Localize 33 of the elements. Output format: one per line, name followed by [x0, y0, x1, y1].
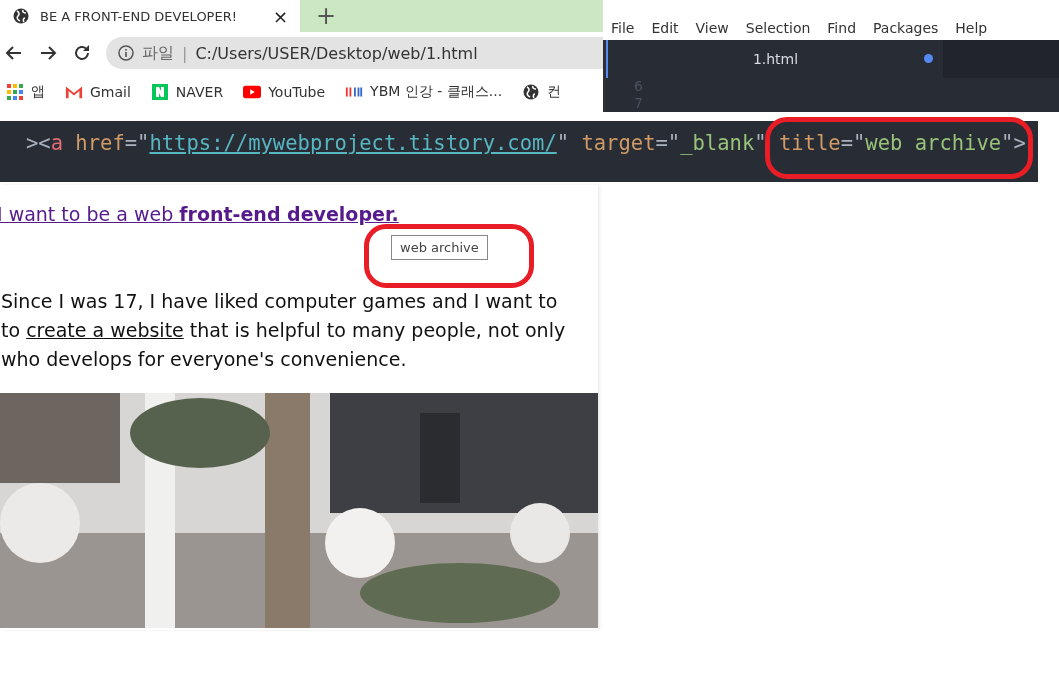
- website-link[interactable]: create a website: [26, 319, 184, 341]
- bookmark[interactable]: YouTube: [243, 84, 326, 100]
- url-text: C:/Users/USER/Desktop/web/1.html: [195, 43, 478, 63]
- menu-item[interactable]: Selection: [745, 20, 811, 36]
- code-line: ><a href="https://mywebproject.tistory.com/" target="_blank" title="web archive">: [26, 130, 1026, 157]
- naver-icon: [150, 84, 169, 100]
- menu-item[interactable]: Find: [827, 20, 856, 36]
- bookmark[interactable]: YBM 인강 - 클래스...: [345, 83, 503, 101]
- menu-item[interactable]: View: [695, 20, 729, 36]
- new-tab-button[interactable]: +: [300, 0, 353, 32]
- youtube-icon: [243, 84, 262, 100]
- menu-item[interactable]: Help: [955, 20, 988, 36]
- menu-item[interactable]: File: [611, 20, 635, 36]
- tooltip: web archive: [391, 235, 488, 260]
- tab-close-button[interactable]: ×: [272, 5, 288, 27]
- bookmark[interactable]: 앱: [6, 83, 45, 101]
- globe-icon: [522, 84, 541, 100]
- menu-item[interactable]: Packages: [873, 20, 939, 36]
- bookmark[interactable]: 컨: [522, 83, 562, 101]
- intro-paragraph: Since I was 17, I have liked computer games and I want to to create a website that is helpful to many people, not only who develops for everyone's convenience.: [1, 289, 567, 372]
- globe-icon: [12, 8, 30, 24]
- scheme-label: 파일: [142, 42, 174, 64]
- apps-grid-icon: [6, 84, 24, 100]
- tab-title: BE A FRONT-END DEVELOPER!: [40, 8, 238, 24]
- separator: |: [182, 43, 188, 63]
- gmail-icon: [65, 84, 83, 100]
- browser-tab[interactable]: BE A FRONT-END DEVELOPER! ×: [0, 0, 300, 32]
- reload-icon[interactable]: [72, 43, 92, 63]
- menu-item[interactable]: Edit: [651, 20, 679, 36]
- info-icon: [118, 45, 134, 61]
- bookmark[interactable]: NAVER: [150, 84, 224, 100]
- address-bar[interactable]: 파일 | C:/Users/USER/Desktop/web/1.html: [106, 37, 603, 69]
- bookmark[interactable]: Gmail: [65, 84, 131, 100]
